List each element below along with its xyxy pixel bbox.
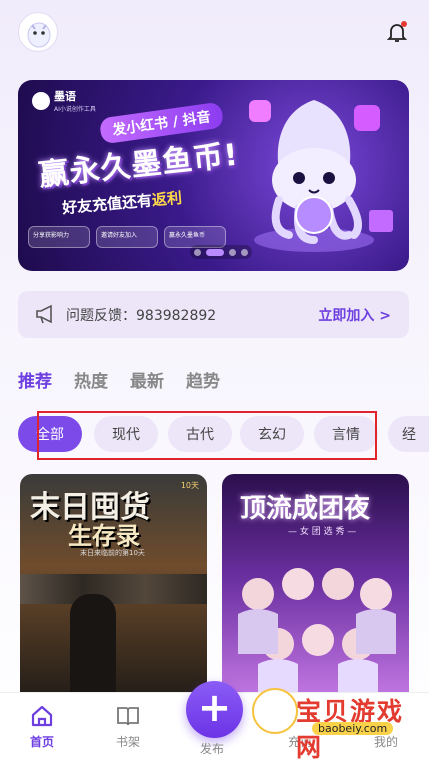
- nav-bookshelf[interactable]: 书架: [98, 703, 158, 750]
- banner-headline: 赢永久墨鱼币!: [37, 137, 241, 194]
- notification-dot: [401, 21, 407, 27]
- book-title: 顶流成团夜: [240, 494, 371, 524]
- publish-button[interactable]: +: [186, 681, 243, 738]
- subline-highlight: 返利: [151, 188, 183, 210]
- banner-subline: 好友充值还有返利: [61, 187, 182, 218]
- tab-recommend[interactable]: 推荐: [18, 367, 52, 392]
- top-bar: [18, 12, 411, 52]
- ghost-mascot-icon: [27, 22, 51, 48]
- brand-name: 墨语: [54, 90, 76, 103]
- book-icon: [117, 707, 139, 726]
- carousel-dot[interactable]: [206, 248, 224, 256]
- carousel-dot[interactable]: [241, 248, 248, 256]
- book-tagline: — 女 团 选 秀 —: [288, 527, 357, 537]
- publish-label: 发布: [200, 742, 225, 756]
- watermark-url: baobeiy.com: [312, 722, 394, 735]
- brand-sub: AI小说创作工具: [54, 106, 96, 113]
- nav-home-label: 首页: [29, 735, 54, 749]
- feed-tabs: 推荐 热度 最新 趋势: [18, 367, 220, 392]
- carousel-dot[interactable]: [229, 248, 236, 256]
- megaphone-icon: [36, 304, 52, 324]
- feedback-label: 问题反馈：983982892: [66, 308, 217, 324]
- join-now-link[interactable]: 立即加入 >: [318, 305, 391, 325]
- feedback-bar: 问题反馈：983982892 立即加入 >: [18, 291, 409, 338]
- banner-chip: 邀请好友加入: [96, 226, 158, 248]
- survivor-figure: [70, 594, 116, 694]
- watermark-logo-icon: [252, 688, 298, 734]
- site-watermark: 宝贝游戏网 baobeiy.com: [252, 676, 422, 762]
- promo-banner[interactable]: 墨语 AI小说创作工具 发小红书 / 抖音 赢永久墨鱼币! 好友充值还有返利 分享…: [18, 80, 409, 271]
- tab-latest[interactable]: 最新: [130, 367, 164, 392]
- banner-chip: 分享获影响力: [28, 226, 90, 248]
- book-card[interactable]: 顶流成团夜 — 女 团 选 秀 —: [222, 474, 409, 704]
- home-icon: [31, 705, 53, 727]
- carousel-dot[interactable]: [194, 248, 201, 256]
- carousel-indicator: [190, 245, 252, 259]
- tab-trend[interactable]: 趋势: [186, 367, 220, 392]
- nav-home[interactable]: 首页: [12, 703, 72, 750]
- highlight-box: [37, 411, 377, 460]
- book-card[interactable]: 末日囤货 生存录 末日来临前的第10天 10天: [20, 474, 207, 704]
- squid-mascot-icon: [249, 100, 393, 252]
- brand-logo-icon: [32, 91, 50, 110]
- book-badge: 10天: [180, 481, 199, 490]
- bell-icon[interactable]: [385, 20, 409, 44]
- category-more[interactable]: 经: [388, 416, 429, 452]
- banner-brand: 墨语 AI小说创作工具: [32, 88, 96, 113]
- avatar[interactable]: [18, 12, 58, 52]
- nav-bookshelf-label: 书架: [115, 735, 140, 749]
- subline-prefix: 好友充值还有: [61, 191, 153, 218]
- book-subtitle: 生存录: [68, 522, 140, 550]
- city-skyline: [20, 574, 207, 604]
- tab-popular[interactable]: 热度: [74, 367, 108, 392]
- book-tagline: 末日来临前的第10天: [80, 549, 145, 557]
